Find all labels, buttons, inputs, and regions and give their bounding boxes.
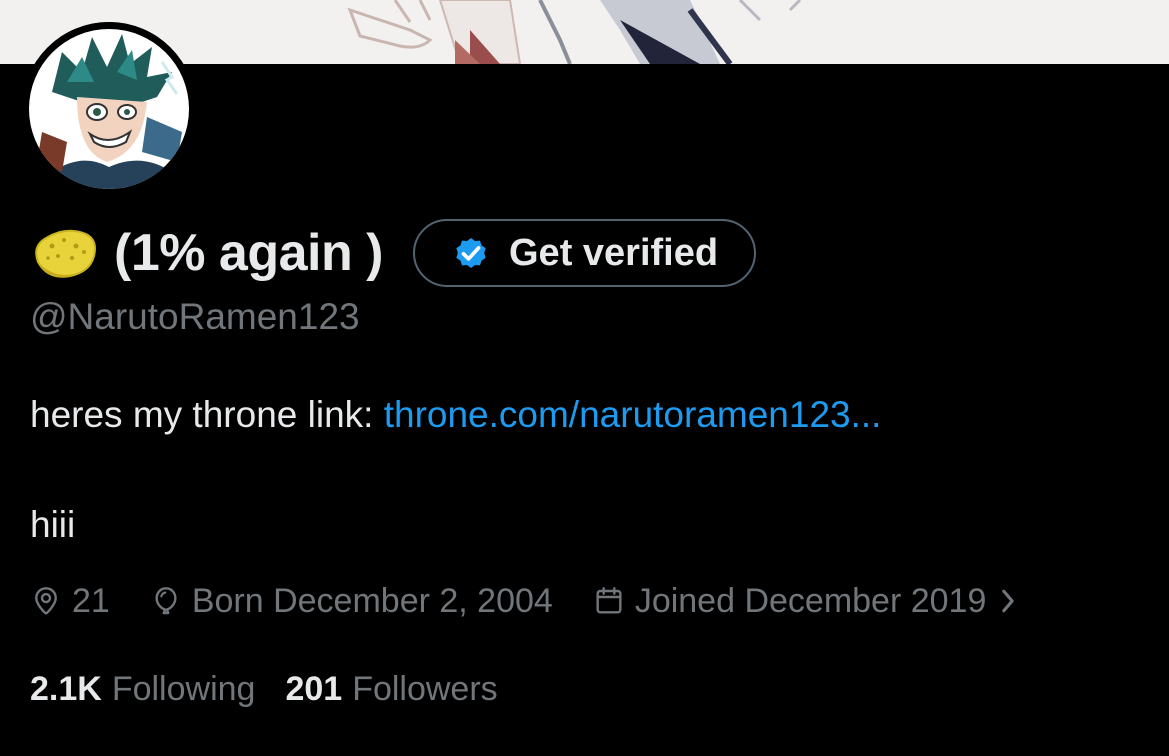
followers-link[interactable]: 201 Followers [285, 670, 497, 709]
joined-text: Joined December 2019 [634, 581, 987, 620]
bio-link[interactable]: throne.com/narutoramen123... [384, 394, 882, 435]
calendar-icon [596, 587, 622, 614]
birthday-text: Born December 2, 2004 [191, 581, 553, 620]
display-name: (1% again ) [114, 224, 384, 282]
display-name-row: (1% again ) Get verified [30, 218, 757, 288]
following-count: 2.1K [30, 669, 102, 708]
profile-avatar[interactable] [22, 22, 196, 196]
get-verified-label: Get verified [509, 231, 719, 274]
verified-badge-icon [451, 233, 491, 273]
followers-count: 201 [285, 669, 343, 708]
bio-prefix: heres my throne link: [30, 394, 384, 435]
location-item: 21 [30, 582, 110, 621]
balloon-icon [155, 587, 177, 615]
chevron-right-icon [1002, 589, 1015, 613]
following-label: Following [111, 669, 256, 708]
profile-meta-row: 21 Born December 2, 2004 Joined December… [30, 578, 1028, 624]
get-verified-button[interactable]: Get verified [413, 219, 757, 287]
location-text: 21 [72, 581, 110, 620]
following-link[interactable]: 2.1K Following [30, 670, 255, 709]
followers-label: Followers [352, 669, 498, 708]
bio-text: heres my throne link: throne.com/narutor… [30, 394, 881, 436]
birthday-item: Born December 2, 2004 [150, 582, 553, 621]
bio-second-line: hiii [30, 504, 76, 545]
profile-handle: @NarutoRamen123 [30, 296, 360, 337]
profile-page: (1% again ) Get verified @NarutoRamen123… [0, 0, 1169, 756]
follow-stats-row: 2.1K Following 201 Followers [30, 666, 528, 712]
sponge-icon [30, 222, 100, 284]
location-pin-icon [35, 587, 57, 615]
joined-item[interactable]: Joined December 2019 [593, 582, 1029, 621]
